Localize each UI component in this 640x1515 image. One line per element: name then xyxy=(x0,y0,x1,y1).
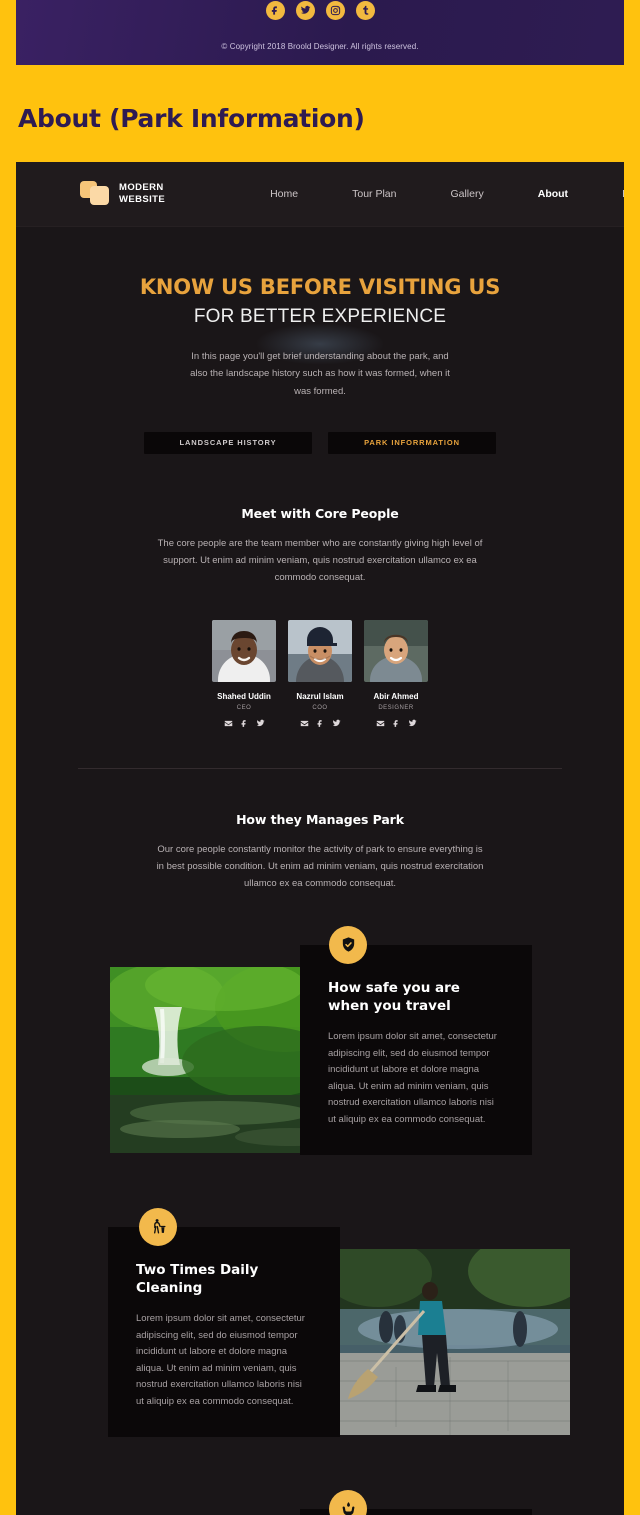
team-member-name: Abir Ahmed xyxy=(373,691,419,701)
nav-item-tour-plan[interactable]: Tour Plan xyxy=(325,188,423,200)
footer-strip: © Copyright 2018 Broold Designer. All ri… xyxy=(16,0,624,65)
core-people-paragraph: The core people are the team member who … xyxy=(157,537,483,584)
nav-item-about[interactable]: About xyxy=(511,188,595,200)
feature-card-cleaning: Two Times Daily Cleaning Lorem ipsum dol… xyxy=(108,1226,340,1437)
team-member-role: COO xyxy=(312,704,328,711)
avatar xyxy=(212,619,276,682)
feature-title: How safe you are when you travel xyxy=(328,979,460,1014)
page-title: About (Park Information) xyxy=(18,104,365,133)
team-member-social xyxy=(212,719,276,728)
feature-card-safety: How safe you are when you travel Lorem i… xyxy=(300,944,532,1155)
twitter-icon[interactable] xyxy=(408,719,417,728)
brand-name-line1: MODERN xyxy=(119,182,164,194)
avatar xyxy=(288,619,352,682)
section-divider xyxy=(78,767,562,769)
tumblr-icon[interactable] xyxy=(355,1,375,20)
mail-icon[interactable] xyxy=(376,719,385,728)
hero-heading: KNOW US BEFORE VISITING US xyxy=(139,275,501,299)
instagram-icon[interactable] xyxy=(325,1,345,20)
team-member-role: CEO xyxy=(236,704,252,711)
team-member-role: DESIGNER xyxy=(378,704,414,711)
facebook-icon[interactable] xyxy=(265,1,285,20)
facebook-icon[interactable] xyxy=(240,719,249,728)
copyright-text: © Copyright 2018 Broold Designer. All ri… xyxy=(221,42,419,51)
core-people-section: Meet with Core People The core people ar… xyxy=(16,506,624,728)
manage-park-paragraph: Our core people constantly monitor the a… xyxy=(156,843,484,890)
hero-paragraph: In this page you'll get brief understand… xyxy=(190,351,450,397)
site-preview-panel: MODERN WEBSITE Home Tour Plan Gallery Ab… xyxy=(16,162,624,1515)
tab-group: LANDSCAPE HISTORY PARK INFORRMATION xyxy=(16,431,624,454)
tab-landscape-history[interactable]: LANDSCAPE HISTORY xyxy=(144,431,312,454)
team-list: Shahed Uddin CEO Nazrul Islam COO Abir A… xyxy=(16,619,624,728)
nav-links: Home Tour Plan Gallery About Blog Contac… xyxy=(243,188,624,200)
cleaning-person-icon xyxy=(139,1207,177,1246)
nav-item-blog[interactable]: Blog xyxy=(595,188,624,200)
hero-section: KNOW US BEFORE VISITING US FOR BETTER EX… xyxy=(16,227,624,400)
caring-hands-icon xyxy=(329,1489,367,1515)
feature-title: Two Times Daily Cleaning xyxy=(136,1261,259,1296)
twitter-icon[interactable] xyxy=(256,719,265,728)
feature-block-safety: How safe you are when you travel Lorem i… xyxy=(16,925,624,1175)
hero-subheading: FOR BETTER EXPERIENCE xyxy=(193,306,447,327)
team-member: Nazrul Islam COO xyxy=(288,619,352,728)
mail-icon[interactable] xyxy=(300,719,309,728)
feature-body: Lorem ipsum dolor sit amet, consectetur … xyxy=(328,1030,497,1126)
twitter-icon[interactable] xyxy=(295,1,315,20)
feature-body: Lorem ipsum dolor sit amet, consectetur … xyxy=(136,1312,305,1408)
brand-name-line2: WEBSITE xyxy=(119,194,166,205)
nav-item-home[interactable]: Home xyxy=(243,188,325,200)
manage-park-title: How they Manages Park xyxy=(236,811,404,827)
street-sweeper-photo xyxy=(338,1248,570,1435)
mail-icon[interactable] xyxy=(224,719,233,728)
feature-block-care: We love taking care of xyxy=(16,1489,624,1515)
nav-item-gallery[interactable]: Gallery xyxy=(423,188,510,200)
team-member-social xyxy=(288,719,352,728)
facebook-icon[interactable] xyxy=(392,719,401,728)
avatar xyxy=(364,619,428,682)
footer-social-row xyxy=(16,0,624,20)
facebook-icon[interactable] xyxy=(316,719,325,728)
team-member-name: Nazrul Islam xyxy=(296,691,344,701)
shield-check-icon xyxy=(329,925,367,964)
manage-park-section: How they Manages Park Our core people co… xyxy=(16,812,624,893)
logo-squares-icon xyxy=(80,181,110,207)
feature-block-cleaning: Two Times Daily Cleaning Lorem ipsum dol… xyxy=(16,1207,624,1457)
twitter-icon[interactable] xyxy=(332,719,341,728)
team-member: Shahed Uddin CEO xyxy=(212,619,276,728)
site-navbar: MODERN WEBSITE Home Tour Plan Gallery Ab… xyxy=(16,162,624,227)
team-member-name: Shahed Uddin xyxy=(217,691,271,701)
tab-park-information[interactable]: PARK INFORRMATION xyxy=(328,431,496,454)
core-people-title: Meet with Core People xyxy=(241,505,399,521)
brand-logo[interactable]: MODERN WEBSITE xyxy=(80,181,165,207)
team-member: Abir Ahmed DESIGNER xyxy=(364,619,428,728)
team-member-social xyxy=(364,719,428,728)
